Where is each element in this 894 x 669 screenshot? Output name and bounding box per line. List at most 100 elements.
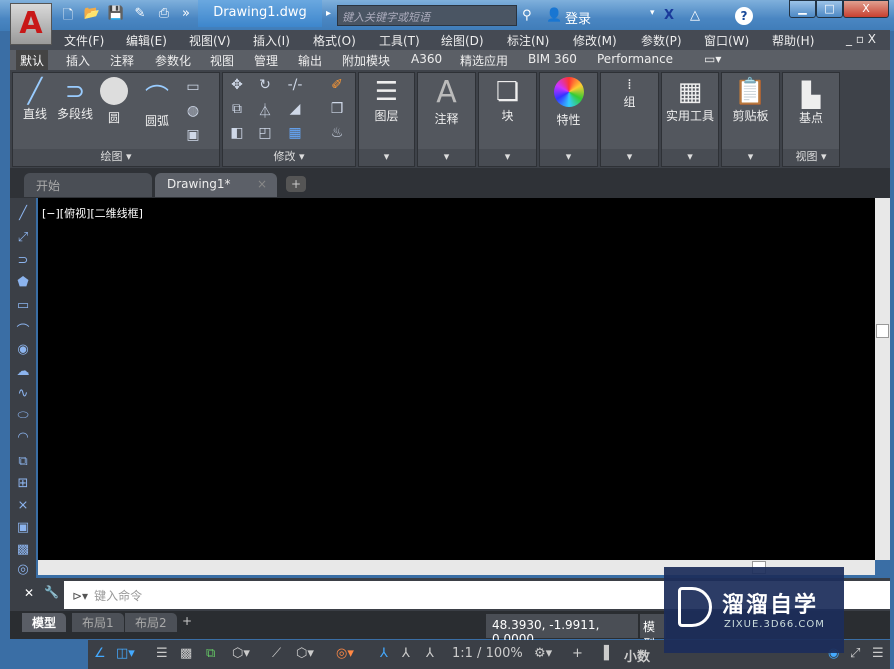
draw-panel-title[interactable]: 绘图 ▾ [13, 149, 219, 166]
view-panel[interactable]: ▙ 基点 视图 ▾ [782, 72, 840, 167]
tab-a360[interactable]: A360 [407, 52, 446, 66]
explode-icon[interactable]: ❒ [327, 101, 347, 119]
expand-icon[interactable]: ▾ [479, 149, 536, 166]
ribbon-toggle-icon[interactable]: ▭▾ [700, 52, 725, 66]
close-button[interactable]: X [843, 0, 889, 18]
polygon-icon[interactable]: ⬟ [14, 275, 32, 293]
menu-view[interactable]: 视图(V) [189, 32, 231, 49]
line-icon[interactable]: ╱ [14, 206, 32, 224]
copy-icon[interactable]: ⧉ [227, 101, 247, 119]
viewport-controls[interactable]: [−][俯视][二维线框] [42, 205, 143, 221]
spline-icon[interactable]: ∿ [14, 386, 32, 404]
scale-icon[interactable]: ◰ [255, 125, 275, 143]
units-select[interactable]: 小数 [624, 646, 650, 665]
menu-parameter[interactable]: 参数(P) [641, 32, 682, 49]
search-input[interactable]: 键入关键字或短语 [337, 5, 517, 26]
snap-icon[interactable]: ◫▾ [116, 646, 135, 661]
offset-icon[interactable]: ♨ [327, 125, 347, 143]
tab-annotate[interactable]: 注释 [106, 52, 138, 69]
vertical-scrollbar[interactable] [875, 198, 890, 560]
tab-addins[interactable]: 附加模块 [338, 52, 394, 69]
tab-performance[interactable]: Performance [593, 52, 677, 66]
point-icon[interactable]: ⨯ [14, 498, 32, 516]
tab-bim360[interactable]: BIM 360 [524, 52, 581, 66]
line-tool[interactable]: ╱ 直线 [17, 77, 53, 122]
auto-scale-icon[interactable]: ⅄ [402, 646, 410, 661]
annotation-plus-icon[interactable]: + [572, 646, 583, 661]
tab-drawing1[interactable]: Drawing1* × [155, 173, 277, 197]
coordinates-readout[interactable]: 48.3930, -1.9911, 0.0000 [486, 614, 638, 646]
minimize-button[interactable]: ▁ [789, 0, 816, 18]
lineweight-icon[interactable]: ☰ [156, 646, 168, 661]
new-tab-button[interactable]: + [286, 176, 306, 192]
rectangle-icon[interactable]: ▭ [14, 298, 32, 316]
properties-panel[interactable]: 特性 ▾ [539, 72, 598, 167]
menu-format[interactable]: 格式(O) [313, 32, 356, 49]
tab-insert[interactable]: 插入 [62, 52, 94, 69]
annotation-scale-value[interactable]: 1:1 / 100% [452, 646, 523, 661]
insert-block-icon[interactable]: ⧉ [14, 454, 32, 472]
revcloud-icon[interactable]: ☁ [14, 364, 32, 382]
menu-draw[interactable]: 绘图(D) [441, 32, 484, 49]
maximize-button[interactable]: □ [816, 0, 843, 18]
circle-tool[interactable]: 圆 [99, 77, 129, 126]
tab-layout1[interactable]: 布局1 [72, 613, 124, 632]
hatch-icon[interactable]: ▣ [14, 520, 32, 538]
tab-default[interactable]: 默认 [16, 50, 49, 70]
rectangle-icon[interactable]: ▭ [183, 79, 203, 97]
tab-manage[interactable]: 管理 [250, 52, 282, 69]
menu-edit[interactable]: 编辑(E) [126, 32, 167, 49]
clipboard-panel[interactable]: 📋 剪贴板 ▾ [721, 72, 780, 167]
tab-featured-apps[interactable]: 精选应用 [456, 52, 512, 69]
new-icon[interactable]: 🗋 [58, 6, 78, 24]
tab-start[interactable]: 开始 [24, 173, 152, 197]
more-icon[interactable]: » [176, 6, 196, 24]
stretch-icon[interactable]: ◧ [227, 125, 247, 143]
utilities-panel[interactable]: ▦ 实用工具 ▾ [661, 72, 719, 167]
open-icon[interactable]: 📂 [82, 6, 102, 24]
menu-window[interactable]: 窗口(W) [704, 32, 749, 49]
menu-help[interactable]: 帮助(H) [772, 32, 814, 49]
trim-icon[interactable]: -/- [285, 77, 305, 95]
erase-icon[interactable]: ✐ [327, 77, 347, 95]
layers-panel[interactable]: ☰ 图层 ▾ [358, 72, 415, 167]
polyline-icon[interactable]: ⊃ [14, 253, 32, 271]
group-panel[interactable]: ⁞ 组 ▾ [600, 72, 659, 167]
menu-dimension[interactable]: 标注(N) [507, 32, 549, 49]
print-icon[interactable]: ⎙ [154, 6, 174, 24]
expand-icon[interactable]: ▾ [601, 149, 658, 166]
menu-tools[interactable]: 工具(T) [379, 32, 420, 49]
polyline-tool[interactable]: ⊃ 多段线 [53, 77, 97, 122]
customize-wrench-icon[interactable]: 🔧 [44, 585, 59, 599]
search-expand-icon[interactable]: ▸ [326, 8, 331, 19]
save-icon[interactable]: 💾 [106, 6, 126, 24]
expand-icon[interactable]: ▾ [540, 149, 597, 166]
mirror-icon[interactable]: ⏃ [255, 101, 275, 120]
block-panel[interactable]: ❏ 块 ▾ [478, 72, 537, 167]
autodesk-360-icon[interactable]: △ [690, 8, 700, 23]
expand-icon[interactable]: ▾ [359, 149, 414, 166]
3d-osnap-icon[interactable]: ⬡▾ [232, 646, 250, 661]
ortho-icon[interactable]: ∠ [94, 646, 106, 661]
dynamic-ucs-icon[interactable]: ⟋ [272, 646, 281, 661]
tab-parametric[interactable]: 参数化 [151, 52, 195, 69]
modify-panel-title[interactable]: 修改 ▾ [223, 149, 355, 166]
annotation-scale-icon[interactable]: ⅄ [426, 646, 434, 661]
arc-icon[interactable]: ⌒ [14, 320, 32, 339]
menu-insert[interactable]: 插入(I) [253, 32, 290, 49]
expand-icon[interactable]: ▾ [722, 149, 779, 166]
make-block-icon[interactable]: ⊞ [14, 476, 32, 494]
menu-file[interactable]: 文件(F) [64, 32, 104, 49]
tab-view[interactable]: 视图 [206, 52, 238, 69]
rotate-icon[interactable]: ↻ [255, 77, 275, 95]
save-as-icon[interactable]: ✎ [130, 6, 150, 24]
login-button[interactable]: 登录 [565, 8, 591, 27]
gizmo-icon[interactable]: ⬡▾ [296, 646, 314, 661]
annotation-panel[interactable]: A 注释 ▾ [417, 72, 476, 167]
transparency-icon[interactable]: ▩ [180, 646, 192, 661]
ellipse-icon[interactable]: ⬭ [14, 408, 32, 426]
model-space-button[interactable]: 模型 [640, 614, 666, 651]
expand-icon[interactable]: ▾ [418, 149, 475, 166]
selection-cycling-icon[interactable]: ⧉ [206, 646, 215, 661]
tab-output[interactable]: 输出 [294, 52, 326, 69]
